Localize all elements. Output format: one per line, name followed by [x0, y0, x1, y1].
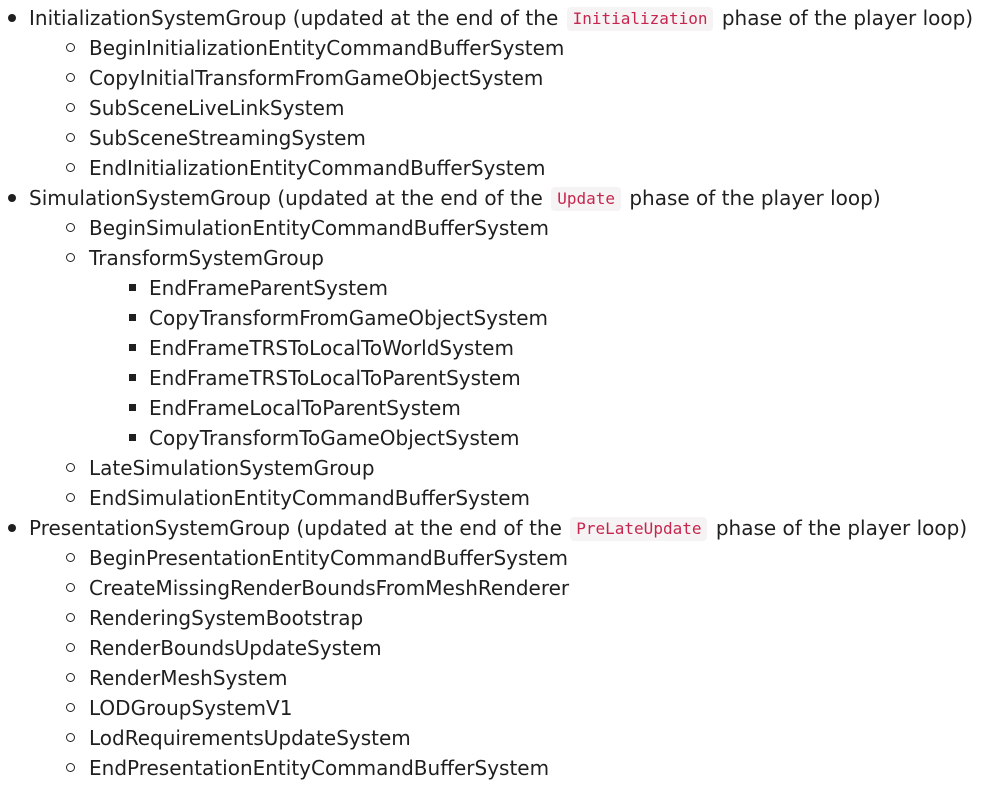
phase-code: Initialization	[566, 7, 714, 31]
list-item: EndFrameTRSToLocalToParentSystem	[0, 363, 1001, 393]
list-item: EndFrameTRSToLocalToWorldSystem	[0, 333, 1001, 363]
system-name: CopyInitialTransformFromGameObjectSystem	[89, 66, 544, 90]
group-name: InitializationSystemGroup	[29, 6, 287, 30]
system-name: CopyTransformToGameObjectSystem	[149, 426, 520, 450]
list-item: CreateMissingRenderBoundsFromMeshRendere…	[0, 573, 1001, 603]
system-name: RenderingSystemBootstrap	[89, 606, 364, 630]
list-item: LodRequirementsUpdateSystem	[0, 723, 1001, 753]
system-name: BeginInitializationEntityCommandBufferSy…	[89, 36, 565, 60]
list-item: BeginPresentationEntityCommandBufferSyst…	[0, 543, 1001, 573]
list-item: SubSceneStreamingSystem	[0, 123, 1001, 153]
system-name: EndInitializationEntityCommandBufferSyst…	[89, 156, 546, 180]
system-name: SubSceneLiveLinkSystem	[89, 96, 345, 120]
list-item: RenderingSystemBootstrap	[0, 603, 1001, 633]
list-item: CopyTransformFromGameObjectSystem	[0, 303, 1001, 333]
system-name: RenderBoundsUpdateSystem	[89, 636, 382, 660]
list-item-initialization-group: InitializationSystemGroup (updated at th…	[0, 3, 1001, 33]
group-desc-after: phase of the player loop)	[622, 186, 881, 210]
list-item: EndFrameParentSystem	[0, 273, 1001, 303]
list-item: CopyTransformToGameObjectSystem	[0, 423, 1001, 453]
list-item: EndPresentationEntityCommandBufferSystem	[0, 753, 1001, 783]
system-name: BeginPresentationEntityCommandBufferSyst…	[89, 546, 569, 570]
list-item: BeginInitializationEntityCommandBufferSy…	[0, 33, 1001, 63]
group-desc-after: phase of the player loop)	[715, 6, 974, 30]
list-item-presentation-group: PresentationSystemGroup (updated at the …	[0, 513, 1001, 543]
system-name: SubSceneStreamingSystem	[89, 126, 366, 150]
system-name: LateSimulationSystemGroup	[89, 456, 375, 480]
group-desc-before: (updated at the end of the	[290, 516, 569, 540]
group-desc-before: (updated at the end of the	[271, 186, 550, 210]
system-name: EndFrameTRSToLocalToWorldSystem	[149, 336, 514, 360]
system-name: LodRequirementsUpdateSystem	[89, 726, 411, 750]
system-name: EndFrameParentSystem	[149, 276, 388, 300]
list-item: RenderBoundsUpdateSystem	[0, 633, 1001, 663]
system-name: CopyTransformFromGameObjectSystem	[149, 306, 549, 330]
group-name: PresentationSystemGroup	[29, 516, 291, 540]
list-item: SubSceneLiveLinkSystem	[0, 93, 1001, 123]
list-item: RenderMeshSystem	[0, 663, 1001, 693]
system-name: EndFrameTRSToLocalToParentSystem	[149, 366, 521, 390]
group-desc-after: phase of the player loop)	[709, 516, 968, 540]
system-name: EndSimulationEntityCommandBufferSystem	[89, 486, 531, 510]
system-group-list: InitializationSystemGroup (updated at th…	[0, 3, 1001, 783]
list-item: CopyInitialTransformFromGameObjectSystem	[0, 63, 1001, 93]
system-name: TransformSystemGroup	[89, 246, 324, 270]
list-item: BeginSimulationEntityCommandBufferSystem	[0, 213, 1001, 243]
list-item: EndInitializationEntityCommandBufferSyst…	[0, 153, 1001, 183]
group-name: SimulationSystemGroup	[29, 186, 272, 210]
list-item: LODGroupSystemV1	[0, 693, 1001, 723]
system-name: RenderMeshSystem	[89, 666, 288, 690]
phase-code: Update	[551, 187, 621, 211]
list-item: EndFrameLocalToParentSystem	[0, 393, 1001, 423]
system-name: BeginSimulationEntityCommandBufferSystem	[89, 216, 549, 240]
list-item: EndSimulationEntityCommandBufferSystem	[0, 483, 1001, 513]
group-desc-before: (updated at the end of the	[286, 6, 565, 30]
list-item-simulation-group: SimulationSystemGroup (updated at the en…	[0, 183, 1001, 213]
phase-code: PreLateUpdate	[570, 517, 708, 541]
system-name: EndPresentationEntityCommandBufferSystem	[89, 756, 550, 780]
system-name: EndFrameLocalToParentSystem	[149, 396, 461, 420]
list-item: LateSimulationSystemGroup	[0, 453, 1001, 483]
system-name: CreateMissingRenderBoundsFromMeshRendere…	[89, 576, 570, 600]
system-name: LODGroupSystemV1	[89, 696, 293, 720]
list-item-transform-group: TransformSystemGroup	[0, 243, 1001, 273]
